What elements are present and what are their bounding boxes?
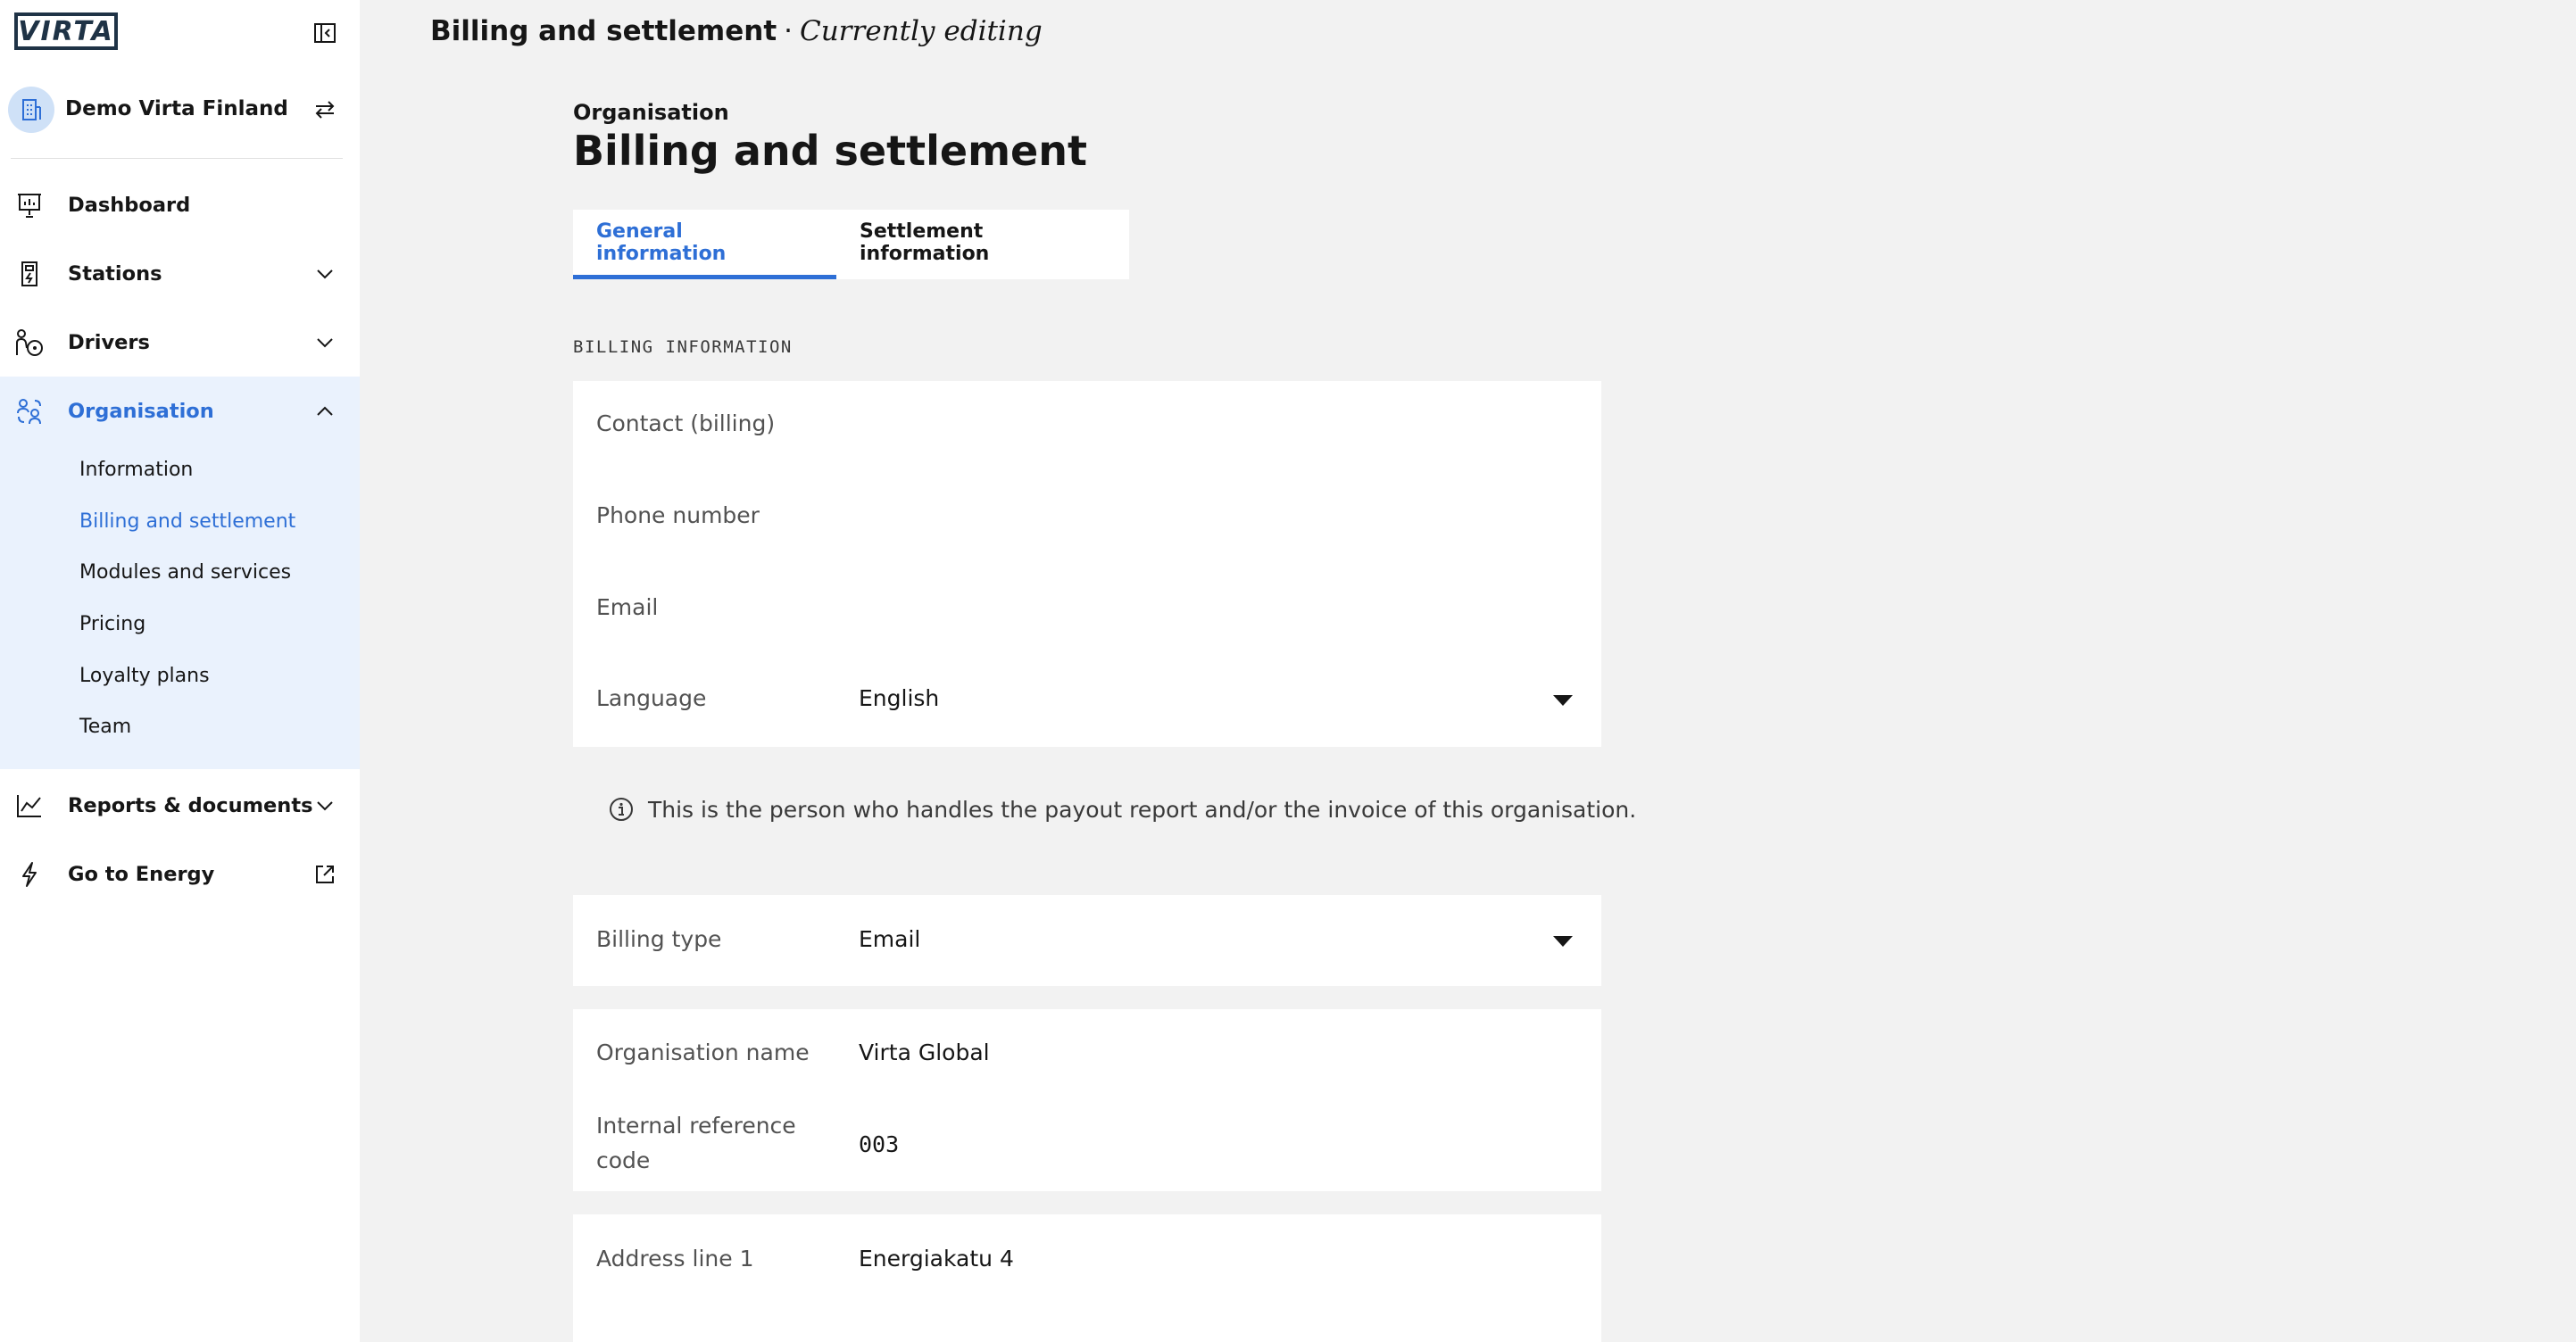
page-eyebrow: Organisation — [573, 100, 729, 125]
organisation-switcher[interactable]: Demo Virta Finland — [0, 83, 344, 137]
tab-settlement-information[interactable]: Settlement information — [836, 210, 1129, 279]
switch-icon[interactable] — [311, 95, 339, 124]
billing-type-card: Billing type Email — [573, 895, 1601, 986]
header-title: Billing and settlement — [430, 15, 777, 47]
sidebar-item-dashboard[interactable]: Dashboard — [0, 170, 360, 239]
sidebar-item-drivers[interactable]: Drivers — [0, 308, 360, 377]
email-field[interactable] — [859, 583, 1573, 627]
header-status: Currently editing — [800, 15, 1043, 47]
organisation-name-label: Organisation name — [596, 1040, 810, 1065]
building-icon — [8, 87, 54, 133]
page-header: Billing and settlement · Currently editing — [430, 15, 1043, 47]
sidebar-item-label: Dashboard — [68, 193, 191, 217]
bolt-icon — [14, 859, 45, 890]
chevron-up-icon[interactable] — [312, 399, 337, 424]
organisation-name-field[interactable]: Virta Global — [859, 1040, 990, 1065]
caret-down-icon[interactable] — [1553, 695, 1573, 706]
address-line-1-field[interactable]: Energiakatu 4 — [859, 1246, 1014, 1272]
sidebar-item-stations[interactable]: Stations — [0, 239, 360, 308]
organisation-name: Demo Virta Finland — [65, 97, 288, 120]
internal-reference-label-line2: code — [596, 1147, 651, 1173]
chevron-down-icon[interactable] — [312, 793, 337, 818]
billing-contact-card: Contact (billing) Phone number Email Lan… — [573, 381, 1601, 747]
sidebar-subitem-billing-and-settlement[interactable]: Billing and settlement — [79, 510, 295, 533]
sidebar-item-reports-and-documents[interactable]: Reports & documents — [0, 771, 360, 840]
chart-icon — [14, 791, 45, 821]
dashboard-icon — [14, 190, 45, 220]
station-icon — [14, 259, 45, 289]
tab-general-information[interactable]: General information — [573, 210, 836, 279]
phone-number-field[interactable] — [859, 492, 1573, 536]
email-label: Email — [596, 594, 659, 620]
sidebar-subitem-information[interactable]: Information — [79, 459, 193, 481]
billing-contact-hint: This is the person who handles the payou… — [609, 796, 1636, 823]
billing-type-select[interactable]: Email — [859, 926, 920, 952]
sidebar-item-label: Stations — [68, 261, 162, 286]
sidebar-item-label: Go to Energy — [68, 862, 215, 886]
page-title: Billing and settlement — [573, 127, 1087, 175]
chevron-down-icon[interactable] — [312, 330, 337, 355]
sidebar-subitem-loyalty-plans[interactable]: Loyalty plans — [79, 665, 210, 687]
sidebar: VIRTA Demo Virta Finland Dashboard Stati… — [0, 0, 360, 1342]
address-line-1-label: Address line 1 — [596, 1246, 754, 1272]
internal-reference-field[interactable]: 003 — [859, 1131, 899, 1157]
language-select[interactable]: English — [859, 685, 939, 711]
sidebar-item-label: Drivers — [68, 330, 150, 354]
contact-billing-label: Contact (billing) — [596, 410, 776, 436]
language-label: Language — [596, 685, 707, 711]
sidebar-item-go-to-energy[interactable]: Go to Energy — [0, 840, 360, 908]
caret-down-icon[interactable] — [1553, 936, 1573, 947]
sidebar-subitem-modules-and-services[interactable]: Modules and services — [79, 561, 291, 584]
sidebar-subitem-pricing[interactable]: Pricing — [79, 613, 145, 635]
internal-reference-label-line1: Internal reference — [596, 1113, 796, 1139]
chevron-down-icon[interactable] — [312, 261, 337, 286]
info-icon — [609, 796, 636, 823]
sidebar-subitem-team[interactable]: Team — [79, 716, 131, 738]
billing-type-label: Billing type — [596, 926, 722, 952]
collapse-sidebar-icon[interactable] — [312, 20, 338, 46]
organisation-icon — [14, 396, 45, 427]
phone-number-label: Phone number — [596, 502, 760, 528]
sidebar-item-label: Reports & documents — [68, 793, 313, 817]
section-label: BILLING INFORMATION — [573, 337, 793, 357]
external-link-icon[interactable] — [312, 862, 337, 887]
virta-logo[interactable]: VIRTA — [14, 12, 118, 50]
address-card: Address line 1 Energiakatu 4 — [573, 1214, 1601, 1342]
sidebar-divider — [11, 158, 343, 159]
drivers-icon — [14, 327, 45, 358]
contact-billing-field[interactable] — [859, 399, 1573, 443]
sidebar-item-organisation[interactable]: Organisation — [0, 377, 360, 445]
sidebar-item-label: Organisation — [68, 399, 214, 423]
header-separator: · — [784, 15, 793, 47]
organisation-card: Organisation name Virta Global Internal … — [573, 1009, 1601, 1191]
hint-text: This is the person who handles the payou… — [648, 796, 1637, 823]
tab-bar: General information Settlement informati… — [573, 210, 1129, 279]
